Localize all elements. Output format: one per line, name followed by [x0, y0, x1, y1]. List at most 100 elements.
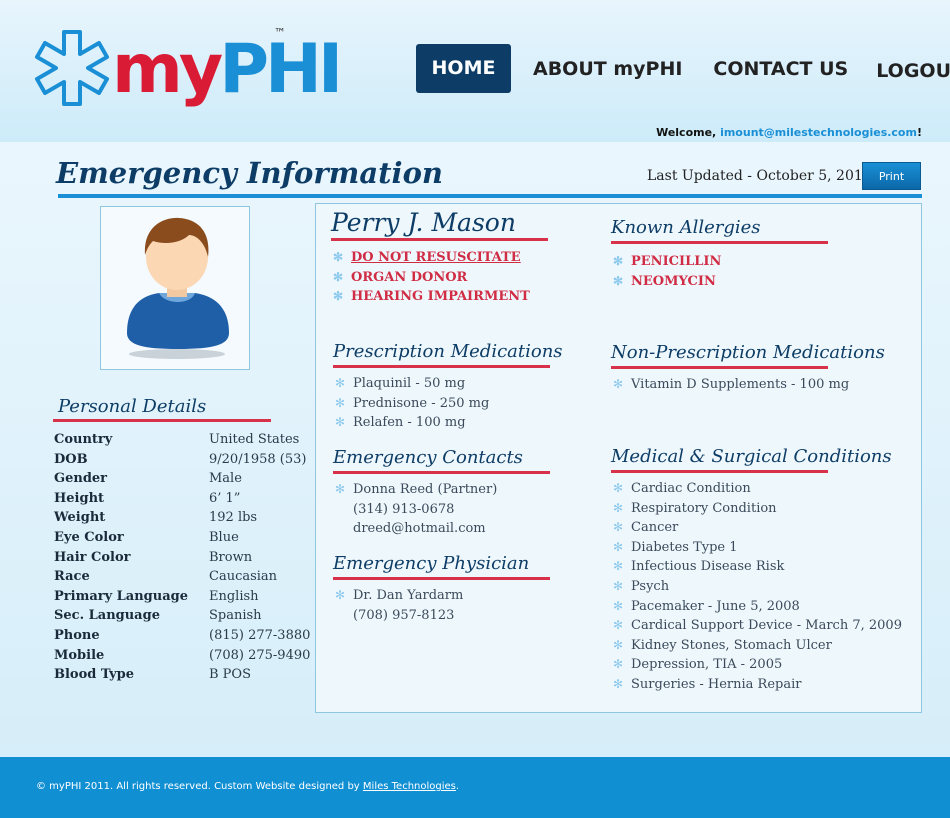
star-of-life-icon: [35, 30, 109, 106]
star-of-life-icon: ✻: [613, 539, 624, 554]
condition-item: ✻ Depression, TIA - 2005: [611, 655, 902, 675]
flag-text: ORGAN DONOR: [351, 269, 468, 285]
emergency-contacts-heading: Emergency Contacts: [333, 447, 523, 468]
footer-end: .: [455, 781, 460, 792]
detail-value: United States: [209, 432, 300, 447]
nav-home[interactable]: HOME: [416, 44, 511, 93]
conditions-heading: Medical & Surgical Conditions: [611, 446, 892, 467]
condition-item: ✻ Psych: [611, 577, 902, 597]
detail-value: 9/20/1958 (53): [209, 451, 307, 467]
prescriptions-heading: Prescription Medications: [333, 341, 563, 362]
detail-value: Blue: [209, 529, 239, 545]
star-of-life-icon: ✻: [613, 500, 624, 515]
flag-dnr-link[interactable]: ✻ DO NOT RESUSCITATE: [331, 248, 548, 268]
condition-text: Infectious Disease Risk: [631, 559, 785, 575]
star-of-life-icon: ✻: [613, 657, 624, 672]
conditions-rule: [611, 470, 828, 473]
page-title: Emergency Information: [56, 156, 443, 190]
condition-item: ✻ Cardiac Condition: [611, 479, 902, 499]
detail-label: Hair Color: [54, 549, 131, 565]
logo-my-text: my: [112, 30, 223, 109]
allergy-item: ✻ NEOMYCIN: [611, 272, 828, 292]
welcome-suffix: !: [916, 126, 922, 139]
detail-row: Blood Type B POS: [54, 665, 310, 685]
contact-name-text: Donna Reed (Partner): [353, 482, 498, 497]
non-prescriptions-block: Non-Prescription Medications ✻ Vitamin D …: [611, 342, 885, 395]
nav-contact[interactable]: CONTACT US: [713, 58, 848, 80]
contact-name: ✻ Donna Reed (Partner): [333, 480, 550, 500]
physician-rule: [333, 577, 550, 580]
detail-value: (815) 277-3880: [209, 627, 311, 643]
condition-text: Respiratory Condition: [631, 500, 777, 516]
condition-text: Cancer: [631, 520, 679, 536]
patient-block: Perry J. Mason ✻ DO NOT RESUSCITATE ✻ ORGA…: [331, 208, 548, 307]
footer-copyright-text: © myPHI 2011. All rights reserved. Custo…: [36, 781, 360, 792]
detail-label: Primary Language: [54, 588, 189, 604]
prescription-item: ✻ Plaquinil - 50 mg: [333, 374, 563, 394]
physician-block: Emergency Physician ✻ Dr. Dan Yardarm (70…: [333, 553, 550, 625]
detail-value: 192 lbs: [209, 510, 258, 526]
site-footer: © myPHI 2011. All rights reserved. Custo…: [0, 757, 950, 818]
footer-copyright: © myPHI 2011. All rights reserved. Custo…: [36, 781, 459, 792]
detail-value: Brown: [209, 549, 253, 565]
star-of-life-icon: ✻: [335, 376, 346, 390]
miles-technologies-link[interactable]: Miles Technologies: [363, 781, 456, 792]
detail-label: Mobile: [54, 647, 105, 663]
condition-text: Cardiac Condition: [631, 481, 751, 496]
emergency-contacts-list: ✻ Donna Reed (Partner) (314) 913-0678 dre…: [333, 480, 550, 539]
star-of-life-icon: ✻: [613, 578, 624, 593]
conditions-block: Medical & Surgical Conditions ✻ Cardiac C…: [611, 446, 902, 695]
print-button[interactable]: Print: [862, 162, 921, 190]
patient-photo: [100, 206, 250, 370]
welcome-prefix: Welcome,: [656, 126, 717, 139]
logo-phi-text: PHI: [219, 30, 343, 109]
site-header: myPHI ™ HOME ABOUT myPHI CONTACT US LOGO…: [0, 0, 950, 142]
condition-text: Depression, TIA - 2005: [631, 657, 783, 673]
physician-name-text: Dr. Dan Yardarm: [353, 588, 464, 603]
detail-value: Caucasian: [209, 569, 278, 585]
flag-item: ✻ ORGAN DONOR: [331, 268, 548, 288]
condition-item: ✻ Surgeries - Hernia Repair: [611, 675, 902, 695]
detail-value: 6’ 1”: [209, 490, 241, 506]
prescription-text: Relafen - 100 mg: [353, 415, 466, 431]
condition-text: Cardical Support Device - March 7, 2009: [631, 618, 902, 634]
personal-details-table: Country United States DOB 9/20/1958 (53) G…: [54, 430, 310, 685]
personal-details-heading: Personal Details: [58, 396, 207, 417]
user-email-link[interactable]: imount@milestechnologies.com: [720, 126, 917, 139]
detail-row: Race Caucasian: [54, 567, 310, 587]
star-of-life-icon: ✻: [613, 481, 624, 495]
detail-row: DOB 9/20/1958 (53): [54, 450, 310, 470]
detail-label: Phone: [54, 627, 100, 643]
condition-item: ✻ Kidney Stones, Stomach Ulcer: [611, 636, 902, 656]
detail-row: Weight 192 lbs: [54, 508, 310, 528]
detail-label: Sec. Language: [54, 608, 160, 624]
detail-row: Eye Color Blue: [54, 528, 310, 548]
allergies-list: ✻ PENICILLIN ✻ NEOMYCIN: [611, 252, 828, 291]
personal-details-rule: [53, 419, 271, 422]
detail-label: Country: [54, 432, 113, 447]
star-of-life-icon: ✻: [613, 377, 624, 391]
detail-row: Primary Language English: [54, 587, 310, 607]
star-of-life-icon: ✻: [613, 598, 624, 613]
condition-item: ✻ Infectious Disease Risk: [611, 557, 902, 577]
detail-label: Eye Color: [54, 529, 124, 545]
detail-label: Height: [54, 490, 105, 506]
physician-list: ✻ Dr. Dan Yardarm (708) 957-8123: [333, 586, 550, 625]
nav-about[interactable]: ABOUT myPHI: [533, 58, 682, 80]
prescriptions-rule: [333, 365, 550, 368]
star-of-life-icon: ✻: [613, 559, 624, 574]
patient-name: Perry J. Mason: [331, 208, 516, 237]
welcome-message: Welcome, imount@milestechnologies.com!: [656, 126, 922, 139]
detail-label: Gender: [54, 471, 108, 487]
non-prescriptions-list: ✻ Vitamin D Supplements - 100 mg: [611, 375, 885, 395]
condition-text: Surgeries - Hernia Repair: [631, 676, 802, 692]
star-of-life-icon: ✻: [333, 289, 344, 304]
condition-item: ✻ Cancer: [611, 518, 902, 538]
nav-logout[interactable]: LOGOUT: [876, 60, 950, 82]
allergy-text: NEOMYCIN: [631, 273, 716, 289]
star-of-life-icon: ✻: [613, 676, 624, 691]
conditions-list: ✻ Cardiac Condition ✻ Respiratory Conditio…: [611, 479, 902, 695]
emergency-contacts-rule: [333, 471, 550, 474]
detail-row: Height 6’ 1”: [54, 489, 310, 509]
non-prescriptions-rule: [611, 366, 828, 369]
